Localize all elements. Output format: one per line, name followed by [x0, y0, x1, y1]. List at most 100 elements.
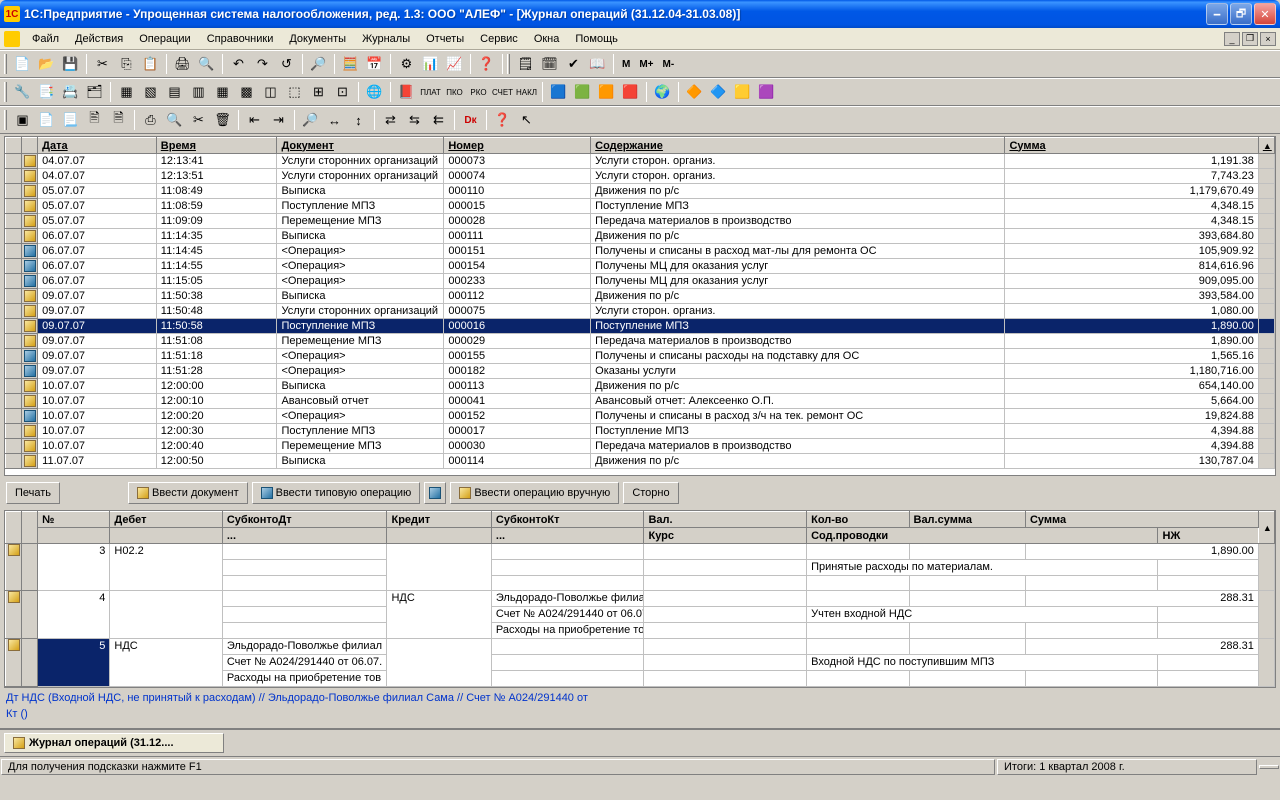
- col2-kolvo[interactable]: Кол-во: [807, 512, 909, 528]
- module-d-icon[interactable]: 📖: [586, 53, 609, 75]
- col-doc[interactable]: Документ: [277, 138, 444, 154]
- mdi-restore[interactable]: ❐: [1242, 32, 1258, 46]
- tb2-icon[interactable]: 🟥: [619, 81, 642, 103]
- menu-journals[interactable]: Журналы: [354, 31, 418, 47]
- new-icon[interactable]: 📄: [11, 53, 34, 75]
- table-row[interactable]: 09.07.0711:51:08Перемещение МПЗ000029Пер…: [6, 334, 1275, 349]
- tb3-icon[interactable]: ↕: [347, 109, 370, 131]
- col2-sdt[interactable]: СубконтоДт: [222, 512, 387, 528]
- tb2-icon[interactable]: ▥: [187, 81, 210, 103]
- tb3-icon[interactable]: ↖: [515, 109, 538, 131]
- tb3-icon[interactable]: ✂: [187, 109, 210, 131]
- table-row[interactable]: 05.07.0711:08:49Выписка000110Движения по…: [6, 184, 1275, 199]
- memory-mminus[interactable]: М-: [659, 59, 679, 70]
- col-time[interactable]: Время: [156, 138, 277, 154]
- mdi-minimize[interactable]: _: [1224, 32, 1240, 46]
- tb3-icon[interactable]: ⇄: [379, 109, 402, 131]
- tb2-icon[interactable]: ⊞: [307, 81, 330, 103]
- calc-icon[interactable]: 🧮: [339, 53, 362, 75]
- table-row[interactable]: 09.07.0711:51:18<Операция>000155Получены…: [6, 349, 1275, 364]
- col2-debet[interactable]: Дебет: [110, 512, 222, 528]
- col2-kurs[interactable]: Курс: [644, 528, 807, 544]
- col2-skt2[interactable]: ...: [491, 528, 644, 544]
- tb2-icon[interactable]: 📕: [395, 81, 418, 103]
- tb2-txt-icon[interactable]: ПЛАТ: [419, 81, 442, 103]
- tb3-icon[interactable]: 🔍: [163, 109, 186, 131]
- maximize-button[interactable]: 🗗: [1230, 3, 1252, 25]
- tb2-icon[interactable]: 📇: [59, 81, 82, 103]
- cut-icon[interactable]: ✂: [91, 53, 114, 75]
- open-icon[interactable]: 📂: [35, 53, 58, 75]
- tb2-txt-icon[interactable]: НАКЛ: [515, 81, 538, 103]
- find-icon[interactable]: 🔎: [307, 53, 330, 75]
- tb2-icon[interactable]: ⬚: [283, 81, 306, 103]
- window-tab[interactable]: Журнал операций (31.12....: [4, 733, 224, 753]
- tb3-icon[interactable]: 🔎: [299, 109, 322, 131]
- tool-b-icon[interactable]: 📊: [419, 53, 442, 75]
- tb2-txt-icon[interactable]: РКО: [467, 81, 490, 103]
- tb3-icon[interactable]: 🖹: [83, 109, 106, 131]
- col-icon[interactable]: [22, 138, 38, 154]
- tb3-icon[interactable]: ⇇: [427, 109, 450, 131]
- menu-help[interactable]: Помощь: [567, 31, 626, 47]
- menu-file[interactable]: Файл: [24, 31, 67, 47]
- menu-reports[interactable]: Отчеты: [418, 31, 472, 47]
- close-button[interactable]: ✕: [1254, 3, 1276, 25]
- memory-m[interactable]: М: [618, 59, 634, 70]
- help-icon[interactable]: ❓: [475, 53, 498, 75]
- tb2-icon[interactable]: 🔶: [683, 81, 706, 103]
- tb3-icon[interactable]: 📄: [35, 109, 58, 131]
- tb2-icon[interactable]: 🟦: [547, 81, 570, 103]
- menu-refs[interactable]: Справочники: [199, 31, 282, 47]
- tb2-icon[interactable]: ▩: [235, 81, 258, 103]
- tb3-icon[interactable]: 🗎: [107, 109, 130, 131]
- operations-grid[interactable]: Дата Время Документ Номер Содержание Сум…: [4, 136, 1276, 476]
- tb2-icon[interactable]: ▧: [139, 81, 162, 103]
- module-c-icon[interactable]: ✔: [562, 53, 585, 75]
- tb2-txt-icon[interactable]: ПКО: [443, 81, 466, 103]
- icon-button[interactable]: [424, 482, 446, 504]
- posting-row[interactable]: 3Н02.21,890.00: [6, 544, 1275, 560]
- table-row[interactable]: 06.07.0711:14:55<Операция>000154Получены…: [6, 259, 1275, 274]
- scroll-up-icon[interactable]: ▲: [1258, 512, 1274, 544]
- module-b-icon[interactable]: 🗓: [538, 53, 561, 75]
- col2-sdt2[interactable]: ...: [222, 528, 387, 544]
- tb3-dk-icon[interactable]: Dк: [459, 109, 482, 131]
- table-row[interactable]: 04.07.0712:13:51Услуги сторонних организ…: [6, 169, 1275, 184]
- col2-marker[interactable]: [6, 512, 22, 544]
- tb2-icon[interactable]: 🗂: [83, 81, 106, 103]
- tb2-icon[interactable]: 🔧: [11, 81, 34, 103]
- tb3-icon[interactable]: ⎙: [139, 109, 162, 131]
- table-row[interactable]: 09.07.0711:50:58Поступление МПЗ000016Пос…: [6, 319, 1275, 334]
- menu-docs[interactable]: Документы: [281, 31, 354, 47]
- tb3-icon[interactable]: ▣: [11, 109, 34, 131]
- print-icon[interactable]: 🖨: [171, 53, 194, 75]
- tb2-icon[interactable]: 🟨: [731, 81, 754, 103]
- preview-icon[interactable]: 🔍: [195, 53, 218, 75]
- col2-nzh[interactable]: НЖ: [1158, 528, 1258, 544]
- table-row[interactable]: 05.07.0711:08:59Поступление МПЗ000015Пос…: [6, 199, 1275, 214]
- tb2-icon[interactable]: 🟪: [755, 81, 778, 103]
- col2-icon[interactable]: [22, 512, 38, 544]
- tb3-icon[interactable]: 📃: [59, 109, 82, 131]
- tb2-icon[interactable]: 🌐: [363, 81, 386, 103]
- scroll-up-icon[interactable]: ▲: [1258, 138, 1274, 154]
- table-row[interactable]: 10.07.0712:00:30Поступление МПЗ000017Пос…: [6, 424, 1275, 439]
- tb3-icon[interactable]: ⇆: [403, 109, 426, 131]
- col2-sod[interactable]: Сод.проводки: [807, 528, 1158, 544]
- new-typical-button[interactable]: Ввести типовую операцию: [252, 482, 421, 504]
- tb2-icon[interactable]: ▤: [163, 81, 186, 103]
- col-date[interactable]: Дата: [38, 138, 157, 154]
- table-row[interactable]: 11.07.0712:00:50Выписка000114Движения по…: [6, 454, 1275, 469]
- table-row[interactable]: 09.07.0711:50:48Услуги сторонних организ…: [6, 304, 1275, 319]
- tb2-icon[interactable]: 🔷: [707, 81, 730, 103]
- col2-kredit[interactable]: Кредит: [387, 512, 491, 528]
- tb3-icon[interactable]: 🗑: [211, 109, 234, 131]
- undo-icon[interactable]: ↶: [227, 53, 250, 75]
- col2-sum[interactable]: Сумма: [1025, 512, 1258, 528]
- tb2-icon[interactable]: 🟩: [571, 81, 594, 103]
- table-row[interactable]: 10.07.0712:00:10Авансовый отчет000041Ава…: [6, 394, 1275, 409]
- tb2-icon[interactable]: 📑: [35, 81, 58, 103]
- tb3-icon[interactable]: ↔: [323, 109, 346, 131]
- posting-row[interactable]: 5НДСЭльдорадо-Поволжье филиал288.31: [6, 639, 1275, 655]
